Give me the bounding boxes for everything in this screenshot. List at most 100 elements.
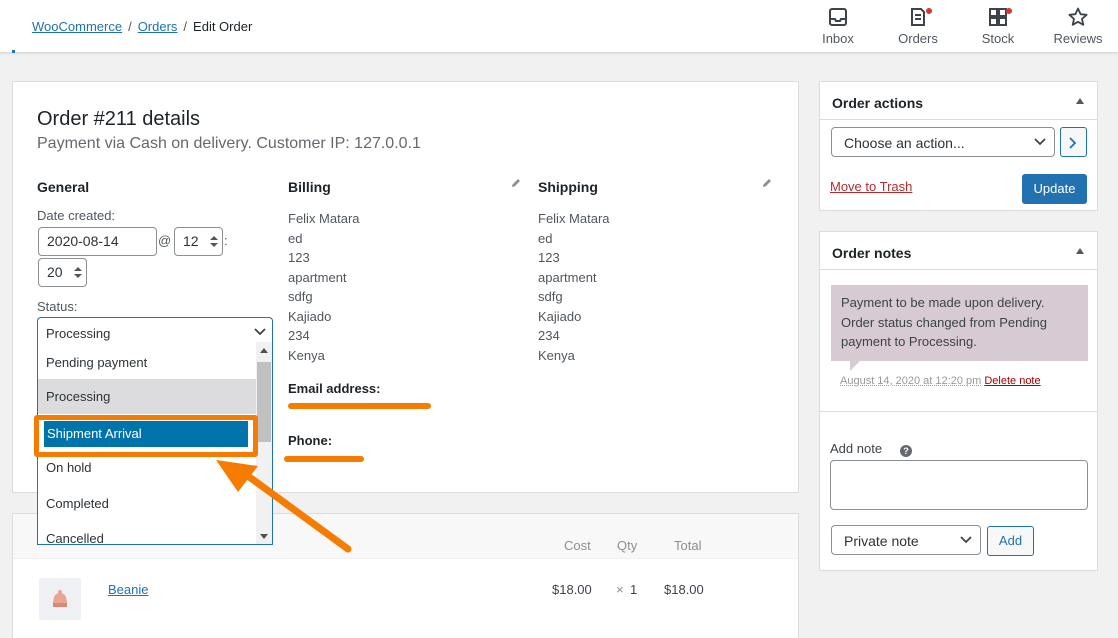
billing-line: apartment (288, 269, 347, 285)
billing-heading: Billing (288, 179, 331, 195)
item-qty: 1 (630, 582, 638, 597)
notification-dot (1006, 8, 1012, 14)
shipping-heading: Shipping (538, 179, 598, 195)
breadcrumb: WooCommerce / Orders / Edit Order (32, 19, 252, 34)
beanie-image-icon (53, 590, 67, 607)
item-cost: $18.00 (552, 582, 592, 597)
billing-line: Kenya (288, 347, 325, 363)
order-notes-title: Order notes (832, 245, 912, 261)
hour-input[interactable]: 12 (174, 227, 223, 256)
collapse-arrow-icon[interactable] (1076, 248, 1084, 254)
phone-redaction (284, 456, 364, 462)
status-option-cancelled[interactable]: Cancelled (38, 521, 256, 544)
scroll-thumb[interactable] (257, 362, 271, 442)
edit-shipping-pencil-icon[interactable] (761, 177, 773, 189)
order-notes-header[interactable]: Order notes (820, 232, 1097, 270)
add-note-button[interactable]: Add (987, 526, 1034, 556)
total-header: Total (674, 538, 702, 553)
nav-stock-label: Stock (981, 31, 1015, 46)
move-to-trash-link[interactable]: Move to Trash (830, 179, 912, 194)
chevron-down-icon (1034, 138, 1046, 146)
breadcrumb-current: Edit Order (193, 19, 253, 34)
date-created-label: Date created: (37, 208, 116, 223)
nav-inbox[interactable]: Inbox (798, 0, 878, 53)
billing-line: 234 (288, 328, 310, 343)
inbox-icon (829, 8, 847, 26)
order-action-select[interactable]: Choose an action... (831, 127, 1055, 157)
billing-address: Felix Matara ed 123 apartment sdfg Kajia… (288, 209, 360, 365)
order-actions-header[interactable]: Order actions (820, 82, 1097, 120)
help-icon[interactable]: ? (900, 445, 912, 457)
date-created-input[interactable]: 2020-08-14 (38, 227, 157, 256)
hour-value: 12 (183, 233, 199, 249)
nav-reviews[interactable]: Reviews (1038, 0, 1118, 53)
divider (820, 411, 1097, 412)
shipping-line: Kajiado (538, 308, 582, 324)
breadcrumb-orders-link[interactable]: Orders (138, 19, 178, 34)
note-type-value: Private note (844, 533, 919, 549)
shipping-line: 123 (538, 250, 560, 265)
stock-icon (989, 8, 1007, 26)
delete-note-link[interactable]: Delete note (984, 375, 1040, 387)
billing-line: Felix Matara (288, 211, 360, 226)
order-actions-title: Order actions (832, 95, 924, 111)
highlight-annotation (34, 415, 258, 457)
breadcrumb-separator: / (128, 19, 132, 34)
scroll-up-icon[interactable] (260, 348, 268, 353)
time-colon: : (224, 233, 228, 248)
shipping-line: apartment (538, 269, 597, 285)
shipping-line: Felix Matara (538, 211, 610, 226)
minute-input[interactable]: 20 (38, 258, 87, 287)
email-label: Email address: (288, 381, 381, 396)
phone-label: Phone: (288, 433, 333, 448)
nav-inbox-label: Inbox (822, 31, 854, 46)
status-select-value: Processing (46, 326, 111, 341)
minute-spinner-icon[interactable] (73, 265, 83, 281)
orders-icon (911, 8, 925, 26)
product-link[interactable]: Beanie (108, 582, 148, 597)
item-qty-times: × (616, 582, 624, 597)
nav-orders[interactable]: Orders (878, 0, 958, 53)
collapse-arrow-icon[interactable] (1076, 98, 1084, 104)
minute-value: 20 (47, 264, 63, 280)
update-button[interactable]: Update (1022, 174, 1087, 204)
shipping-line: Kenya (538, 347, 575, 363)
shipping-address: Felix Matara ed 123 apartment sdfg Kajia… (538, 209, 610, 365)
breadcrumb-separator: / (183, 19, 188, 34)
cost-header: Cost (564, 538, 591, 553)
chevron-down-icon (960, 536, 972, 544)
nav-orders-label: Orders (898, 31, 938, 46)
status-option-completed[interactable]: Completed (38, 486, 256, 521)
chevron-down-icon (254, 328, 266, 336)
shipping-line: 234 (538, 328, 560, 343)
scroll-down-icon[interactable] (260, 534, 268, 539)
order-title: Order #211 details (37, 108, 201, 130)
note-type-select[interactable]: Private note (831, 525, 981, 555)
dropdown-scrollbar[interactable] (256, 342, 272, 544)
nav-reviews-label: Reviews (1053, 31, 1103, 46)
product-thumbnail (39, 578, 81, 620)
top-bar: WooCommerce / Orders / Edit Order Inbox Orde… (0, 0, 1118, 53)
item-total: $18.00 (664, 582, 704, 597)
at-symbol: @ (158, 233, 172, 248)
status-option-pending[interactable]: Pending payment (38, 345, 256, 380)
nav-stock[interactable]: Stock (958, 0, 1038, 53)
apply-action-button[interactable] (1060, 127, 1087, 157)
edit-billing-pencil-icon[interactable] (510, 177, 522, 189)
order-action-select-value: Choose an action... (844, 135, 965, 151)
breadcrumb-woocommerce-link[interactable]: WooCommerce (32, 19, 122, 34)
star-icon (1068, 7, 1088, 26)
accent-mark (12, 50, 15, 53)
general-heading: General (37, 179, 90, 195)
order-actions-panel: Order actions Choose an action... Move t… (819, 81, 1098, 211)
shipping-line: ed (538, 230, 553, 246)
shipping-line: sdfg (538, 289, 563, 304)
hour-spinner-icon[interactable] (209, 234, 219, 250)
status-option-processing[interactable]: Processing (38, 379, 256, 414)
billing-line: ed (288, 230, 303, 246)
activity-nav: Inbox Orders Stock Reviews (798, 0, 1118, 53)
email-redaction (288, 403, 431, 409)
billing-line: sdfg (288, 289, 313, 304)
note-date: August 14, 2020 at 12:20 pm (840, 375, 982, 387)
add-note-textarea[interactable] (830, 460, 1088, 510)
